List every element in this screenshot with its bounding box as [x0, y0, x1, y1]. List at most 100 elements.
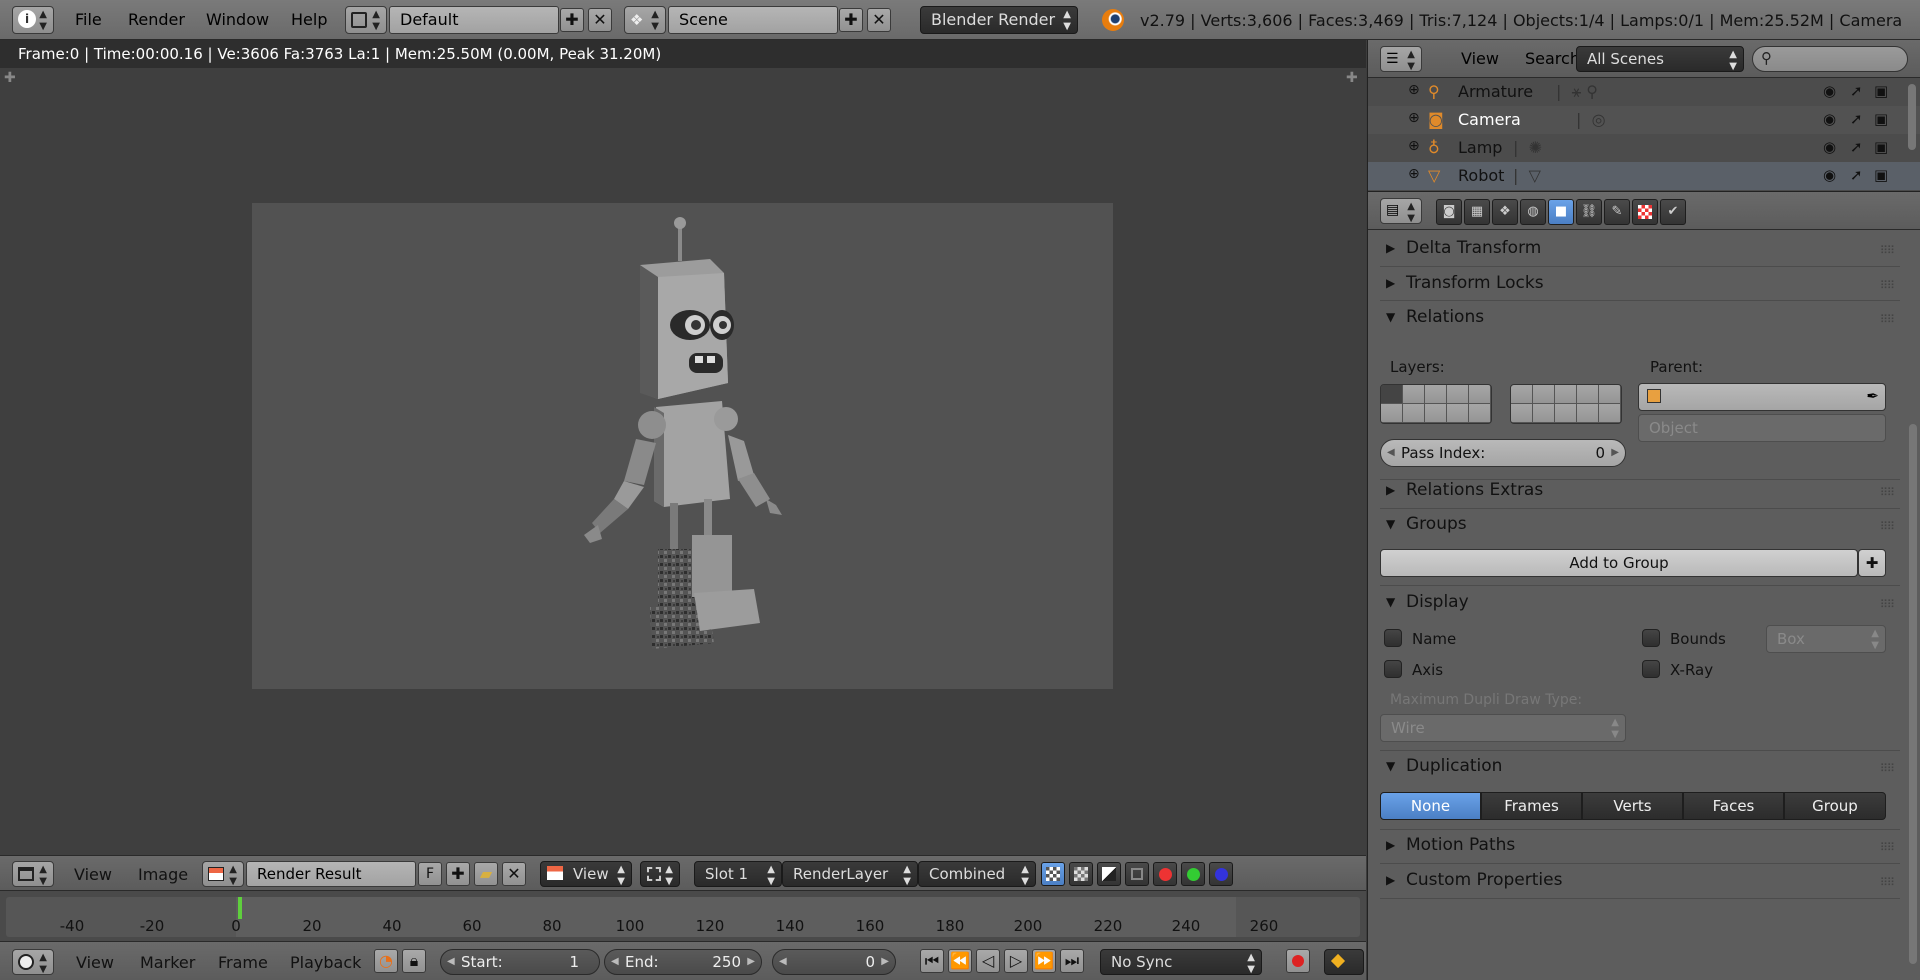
- parent-type-dropdown[interactable]: Object: [1638, 414, 1886, 442]
- parent-object-field[interactable]: ✒: [1638, 383, 1886, 411]
- expand-icon[interactable]: ⊕: [1408, 166, 1420, 182]
- panel-duplication[interactable]: ▼ Duplication ⠿⠿: [1380, 750, 1900, 784]
- drag-grip-icon[interactable]: ⠿⠿: [1880, 244, 1895, 257]
- outliner-search-input[interactable]: ⚲: [1752, 46, 1908, 72]
- render-camera-icon[interactable]: ▣: [1874, 110, 1888, 128]
- play-button[interactable]: ▷: [1004, 949, 1028, 973]
- end-frame-field[interactable]: ◀ End: 250 ▶: [604, 949, 762, 975]
- image-editor-viewport[interactable]: Frame:0 | Time:00:00.16 | Ve:3606 Fa:376…: [0, 40, 1366, 855]
- menu-marker[interactable]: Marker: [140, 953, 195, 972]
- drag-grip-icon[interactable]: ⠿⠿: [1880, 762, 1895, 775]
- panel-transform-locks[interactable]: ▶ Transform Locks ⠿⠿: [1380, 267, 1900, 301]
- open-image-button[interactable]: ▰: [474, 862, 498, 886]
- layers-grid-left[interactable]: [1380, 384, 1492, 424]
- properties-editor[interactable]: ▤ ▲ ▼ ◙ ▦ ❖ ◍ ■ ⛓ ✎ ✔ ▶ Delta Transform ⠿…: [1367, 191, 1920, 980]
- menu-render[interactable]: Render: [128, 10, 185, 29]
- menu-image[interactable]: Image: [138, 865, 188, 884]
- sync-mode-dropdown[interactable]: No Sync ▲ ▼: [1100, 949, 1262, 975]
- jump-to-keyframe-forward-button[interactable]: ⏩: [1032, 949, 1056, 973]
- editor-type-selector[interactable]: ▤ ▲ ▼: [1380, 198, 1422, 224]
- expand-icon[interactable]: ⊕: [1408, 82, 1420, 98]
- name-checkbox[interactable]: [1384, 629, 1402, 647]
- render-camera-icon[interactable]: ▣: [1874, 82, 1888, 100]
- xray-checkbox[interactable]: [1642, 660, 1660, 678]
- current-frame-field[interactable]: ◀ 0 ▶: [772, 949, 896, 975]
- outliner-row[interactable]: ⊕ ⚲ Armature | ⚹ ⚲ ◉ ➚ ▣: [1368, 78, 1920, 106]
- bounds-checkbox[interactable]: [1642, 629, 1660, 647]
- slot-dropdown[interactable]: Slot 1 ▲ ▼: [694, 861, 782, 887]
- eye-icon[interactable]: ◉: [1823, 166, 1836, 184]
- panel-relations-extras[interactable]: ▶ Relations Extras ⠿⠿: [1380, 474, 1900, 508]
- preview-range-button[interactable]: ◔: [374, 949, 398, 973]
- lock-range-button[interactable]: 🔒︎: [402, 949, 426, 973]
- green-channel-button[interactable]: [1181, 862, 1205, 886]
- tab-world[interactable]: ◍: [1520, 199, 1546, 225]
- menu-view[interactable]: View: [76, 953, 114, 972]
- tab-scene[interactable]: ❖: [1492, 199, 1518, 225]
- tab-render-layers[interactable]: ▦: [1464, 199, 1490, 225]
- menu-help[interactable]: Help: [291, 10, 327, 29]
- outliner-row[interactable]: ⊕ ◙ Camera | ◎ ◉ ➚ ▣: [1368, 106, 1920, 134]
- expand-icon[interactable]: ⊕: [1408, 138, 1420, 154]
- menu-file[interactable]: File: [75, 10, 102, 29]
- render-camera-icon[interactable]: ▣: [1874, 166, 1888, 184]
- new-image-button[interactable]: ✚: [446, 862, 470, 886]
- add-scene-button[interactable]: ✚: [839, 8, 863, 32]
- cursor-icon[interactable]: ➚: [1850, 166, 1863, 184]
- menu-window[interactable]: Window: [206, 10, 269, 29]
- outliner-row[interactable]: ⊕ ♁ Lamp | ✺ ◉ ➚ ▣: [1368, 134, 1920, 162]
- increment-arrow-icon[interactable]: ▶: [1611, 440, 1619, 466]
- cursor-icon[interactable]: ➚: [1850, 110, 1863, 128]
- play-reverse-button[interactable]: ◁: [976, 949, 1000, 973]
- fake-user-button[interactable]: F: [418, 862, 442, 886]
- remove-scene-button[interactable]: ✕: [867, 8, 891, 32]
- duplication-option-frames[interactable]: Frames: [1481, 792, 1582, 820]
- area-split-handle-right[interactable]: ✚: [1346, 70, 1358, 86]
- eye-icon[interactable]: ◉: [1823, 110, 1836, 128]
- outliner-panel[interactable]: ☰ ▲ ▼ View Search All Scenes ▲ ▼ ⚲ ⊕ ⚲ Arm…: [1367, 40, 1920, 191]
- view-mode-dropdown[interactable]: View ▲ ▼: [540, 861, 632, 887]
- pivot-dropdown[interactable]: ▲ ▼: [640, 861, 680, 887]
- duplication-option-group[interactable]: Group: [1784, 792, 1886, 820]
- red-channel-button[interactable]: [1153, 862, 1177, 886]
- drag-grip-icon[interactable]: ⠿⠿: [1880, 841, 1895, 854]
- add-to-group-button[interactable]: Add to Group: [1380, 549, 1858, 577]
- tab-physics[interactable]: ✔: [1660, 199, 1686, 225]
- blue-channel-button[interactable]: [1209, 862, 1233, 886]
- start-frame-field[interactable]: ◀ Start: 1: [440, 949, 600, 975]
- outliner-scrollbar[interactable]: [1908, 84, 1916, 150]
- auto-keying-button[interactable]: [1286, 949, 1310, 973]
- display-mode-dropdown[interactable]: All Scenes ▲ ▼: [1576, 46, 1744, 72]
- menu-view[interactable]: View: [74, 865, 112, 884]
- duplication-option-faces[interactable]: Faces: [1683, 792, 1784, 820]
- image-browse-selector[interactable]: ▲ ▼: [202, 861, 244, 887]
- panel-relations[interactable]: ▼ Relations ⠿⠿: [1380, 301, 1900, 335]
- draw-channels-alpha-button[interactable]: [1069, 862, 1093, 886]
- duplication-option-verts[interactable]: Verts: [1582, 792, 1683, 820]
- keying-set-dropdown[interactable]: [1324, 949, 1364, 975]
- menu-view[interactable]: View: [1461, 49, 1499, 68]
- menu-search[interactable]: Search: [1525, 49, 1580, 68]
- properties-scrollbar[interactable]: [1909, 424, 1917, 964]
- drag-grip-icon[interactable]: ⠿⠿: [1880, 598, 1895, 611]
- editor-type-selector[interactable]: ▲ ▼: [12, 861, 54, 887]
- eyedropper-icon[interactable]: ✒: [1866, 387, 1879, 405]
- expand-icon[interactable]: ⊕: [1408, 110, 1420, 126]
- decrement-arrow-icon[interactable]: ◀: [1387, 440, 1395, 466]
- current-frame-marker[interactable]: [238, 897, 242, 919]
- render-engine-dropdown[interactable]: Blender Render ▲ ▼: [920, 6, 1078, 34]
- timeline-track[interactable]: -40 -20 0 20 40 60 80 100 120 140 160 18…: [6, 897, 1360, 937]
- drag-grip-icon[interactable]: ⠿⠿: [1880, 279, 1895, 292]
- panel-display[interactable]: ▼ Display ⠿⠿: [1380, 586, 1900, 620]
- drag-grip-icon[interactable]: ⠿⠿: [1880, 520, 1895, 533]
- cursor-icon[interactable]: ➚: [1850, 82, 1863, 100]
- outliner-row[interactable]: ⊕ ▽ Robot | ▽ ◉ ➚ ▣: [1368, 162, 1920, 190]
- scene-selector[interactable]: ❖ ▲ ▼: [624, 6, 666, 34]
- unlink-image-button[interactable]: ✕: [502, 862, 526, 886]
- bounds-type-dropdown[interactable]: Box ▲ ▼: [1766, 625, 1886, 653]
- outliner-item-label[interactable]: Lamp: [1458, 138, 1502, 157]
- editor-type-selector[interactable]: ▲ ▼: [12, 949, 54, 975]
- eye-icon[interactable]: ◉: [1823, 82, 1836, 100]
- duplication-option-none[interactable]: None: [1380, 792, 1481, 820]
- outliner-item-label[interactable]: Armature: [1458, 82, 1533, 101]
